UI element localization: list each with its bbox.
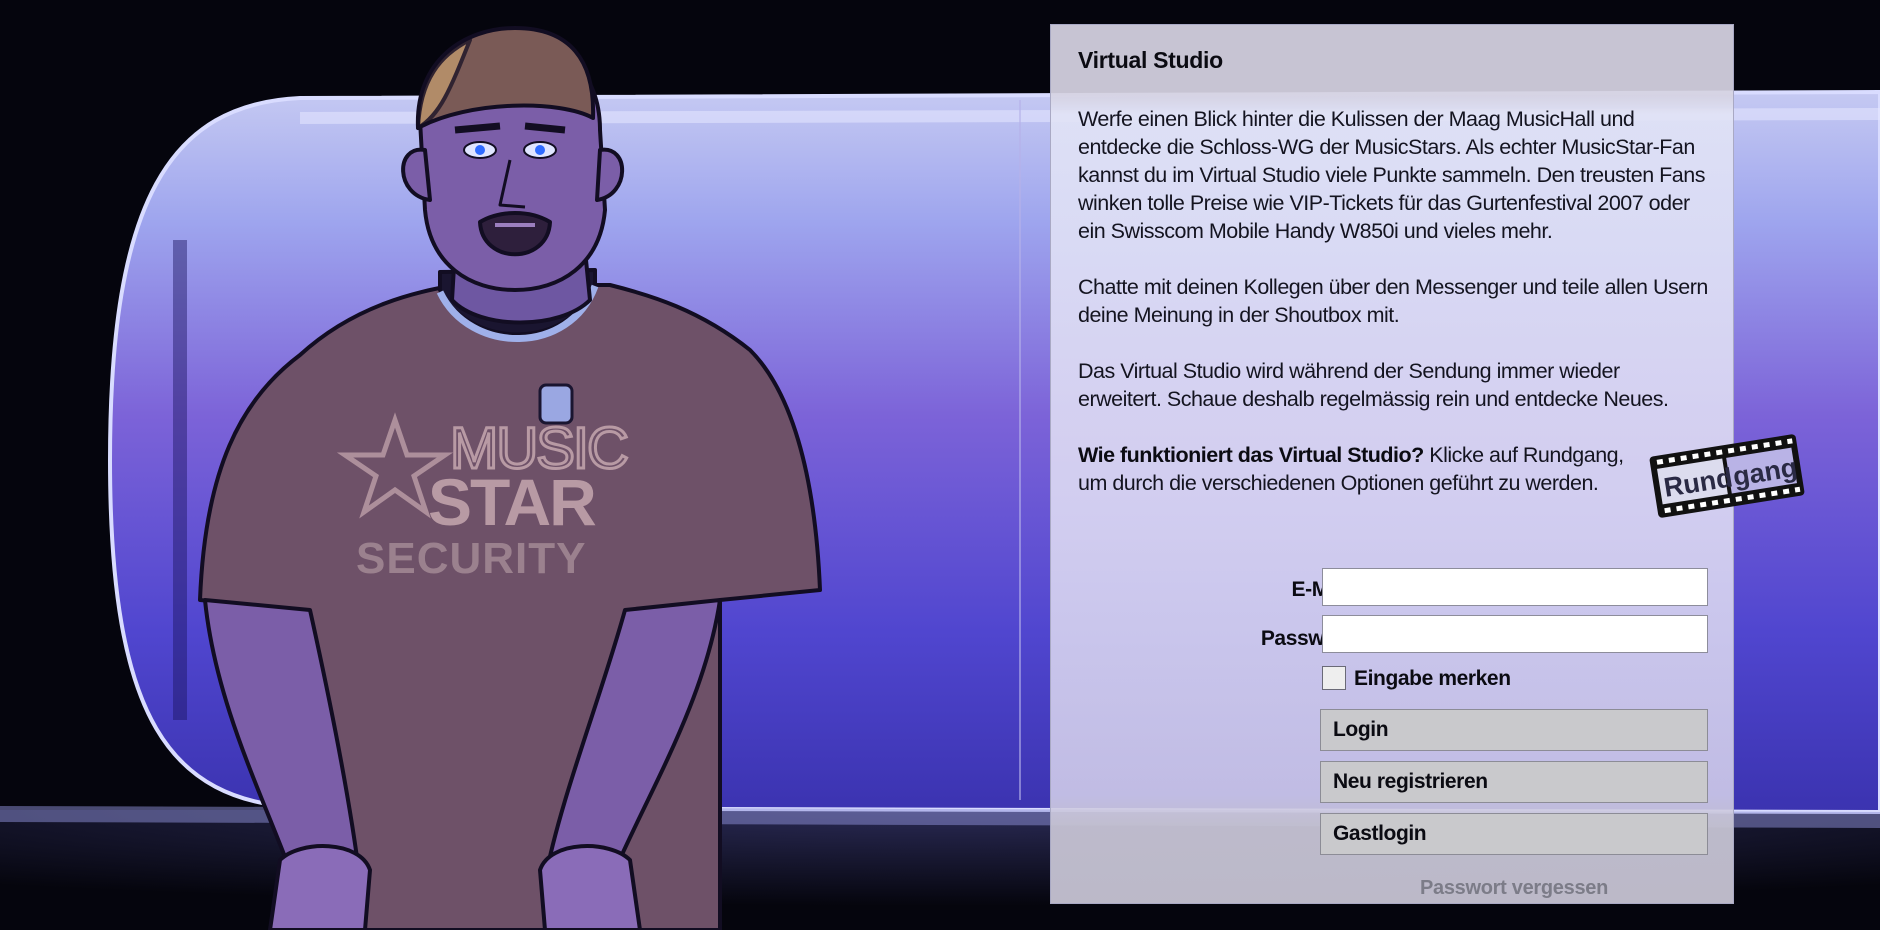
intro-paragraph-2: Chatte mit deinen Kollegen über den Mess… <box>1078 275 1708 327</box>
login-button[interactable]: Login <box>1320 709 1708 751</box>
howto-paragraph: Wie funktioniert das Virtual Studio? Kli… <box>1078 441 1638 497</box>
shirt-text-star: STAR <box>428 465 596 539</box>
howto-question: Wie funktioniert das Virtual Studio? <box>1078 443 1424 467</box>
password-label: Passwort <box>1260 627 1352 650</box>
register-button[interactable]: Neu registrieren <box>1320 761 1708 803</box>
film-strip-icon: Rund gang <box>1649 434 1805 518</box>
intro-paragraph-3: Das Virtual Studio wird während der Send… <box>1078 359 1669 411</box>
remember-label: Eingabe merken <box>1354 667 1511 690</box>
password-field[interactable] <box>1322 615 1708 653</box>
rundgang-button[interactable]: Rund gang <box>1647 433 1807 519</box>
forgot-password-link[interactable]: Passwort vergessen <box>1320 877 1708 900</box>
guest-login-button[interactable]: Gastlogin <box>1320 813 1708 855</box>
panel-title: Virtual Studio <box>1078 47 1223 73</box>
intro-paragraph-1: Werfe einen Blick hinter die Kulissen de… <box>1078 107 1705 243</box>
email-label: E-Mail <box>1151 578 1352 602</box>
email-field[interactable] <box>1322 568 1708 606</box>
shirt-text-security: SECURITY <box>356 534 586 583</box>
virtual-studio-panel: Virtual Studio Werfe einen Blick hinter … <box>1050 24 1805 904</box>
remember-checkbox[interactable] <box>1322 666 1346 690</box>
